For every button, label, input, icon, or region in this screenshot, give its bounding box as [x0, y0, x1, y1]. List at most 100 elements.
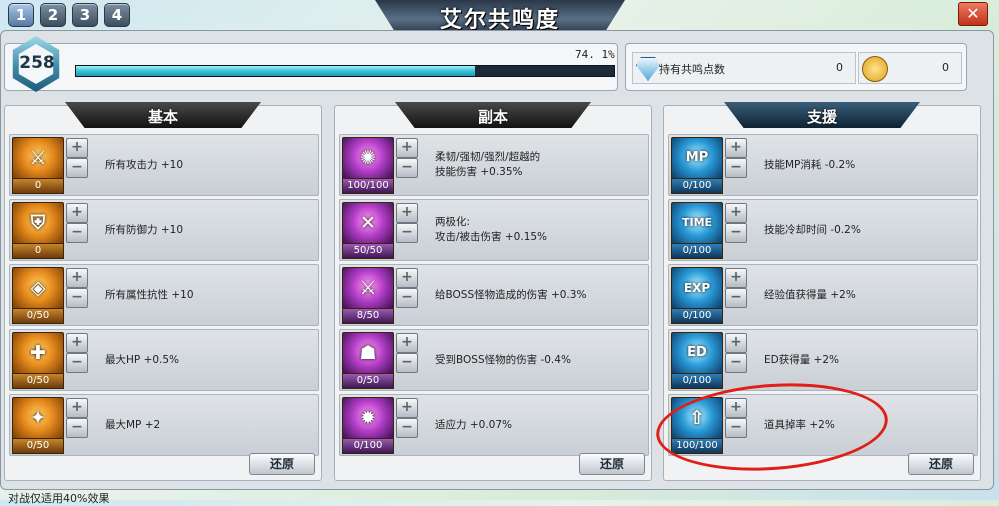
icon-glyph: ◈ — [30, 277, 46, 299]
rows-basic: ⚔ 0 + − 所有攻击力 +10 ⛨ 0 + − 所有防御力 +10 ◈ 0/… — [9, 134, 319, 459]
rows-dungeon: ✺ 100/100 + − 柔韧/强韧/强烈/超越的 技能伤害 +0.35% ✕… — [339, 134, 649, 459]
xp-bar-fill — [76, 66, 475, 76]
page-tab-1[interactable]: 1 — [8, 3, 34, 27]
minus-button[interactable]: − — [725, 158, 747, 178]
skill-description: 两极化: 攻击/被击伤害 +0.15% — [435, 216, 548, 243]
reset-button-support[interactable]: 还原 — [908, 453, 974, 475]
plus-button[interactable]: + — [725, 333, 747, 353]
skill-description: 适应力 +0.07% — [435, 418, 512, 431]
skill-row: ◈ 0/50 + − 所有属性抗性 +10 — [9, 264, 319, 326]
skill-row: ✺ 100/100 + − 柔韧/强韧/强烈/超越的 技能伤害 +0.35% — [339, 134, 649, 196]
exp-icon: EXP — [671, 267, 723, 309]
icon-glyph: ⚔ — [359, 277, 377, 299]
xp-percent: 74. 1% — [575, 48, 615, 61]
skill-count: 0 — [12, 243, 64, 259]
minus-button[interactable]: − — [725, 353, 747, 373]
footer-note: 对战仅适用40%效果 — [8, 492, 110, 505]
skill-count: 50/50 — [342, 243, 394, 259]
minus-button[interactable]: − — [66, 353, 88, 373]
icon-glyph: TIME — [681, 216, 713, 229]
resonance-points-value: 0 — [836, 61, 843, 74]
skill-description: 柔韧/强韧/强烈/超越的 技能伤害 +0.35% — [435, 151, 541, 178]
skill-description: 技能MP消耗 -0.2% — [764, 158, 856, 171]
coin-value: 0 — [942, 61, 949, 74]
skill-count: 0/50 — [12, 308, 64, 324]
page-tab-2[interactable]: 2 — [40, 3, 66, 27]
icon-glyph: ED — [687, 345, 707, 360]
plus-button[interactable]: + — [396, 203, 418, 223]
skill-row: ⚔ 8/50 + − 给BOSS怪物造成的伤害 +0.3% — [339, 264, 649, 326]
adaptability-icon: ✹ — [342, 397, 394, 439]
minus-button[interactable]: − — [66, 288, 88, 308]
skill-count: 0/100 — [671, 178, 723, 194]
plus-button[interactable]: + — [725, 268, 747, 288]
polarize-icon: ✕ — [342, 202, 394, 244]
skill-count: 0/50 — [12, 373, 64, 389]
skill-row: ⛨ 0 + − 所有防御力 +10 — [9, 199, 319, 261]
ed-icon: ED — [671, 332, 723, 374]
icon-glyph: ✺ — [360, 147, 376, 169]
reset-button-basic[interactable]: 还原 — [249, 453, 315, 475]
reset-button-dungeon[interactable]: 还原 — [579, 453, 645, 475]
skill-row: ✕ 50/50 + − 两极化: 攻击/被击伤害 +0.15% — [339, 199, 649, 261]
panel-title-support: 支援 — [806, 108, 837, 126]
minus-button[interactable]: − — [725, 288, 747, 308]
plus-button[interactable]: + — [66, 398, 88, 418]
skill-description: 所有防御力 +10 — [105, 223, 183, 236]
skill-count: 100/100 — [342, 178, 394, 194]
icon-glyph: ✕ — [360, 212, 376, 234]
minus-button[interactable]: − — [396, 353, 418, 373]
skill-row: ✚ 0/50 + − 最大HP +0.5% — [9, 329, 319, 391]
plus-button[interactable]: + — [66, 203, 88, 223]
close-button[interactable]: ✕ — [958, 2, 988, 26]
plus-button[interactable]: + — [396, 398, 418, 418]
plus-button[interactable]: + — [66, 138, 88, 158]
minus-button[interactable]: − — [725, 223, 747, 243]
skill-description: 所有属性抗性 +10 — [105, 288, 194, 301]
plus-button[interactable]: + — [725, 138, 747, 158]
page-tab-4[interactable]: 4 — [104, 3, 130, 27]
minus-button[interactable]: − — [66, 418, 88, 438]
plus-button[interactable]: + — [396, 138, 418, 158]
skill-row: ✦ 0/50 + − 最大MP +2 — [9, 394, 319, 456]
resonance-points-box: 持有共鸣点数 0 — [632, 52, 856, 84]
defense-icon: ⛨ — [12, 202, 64, 244]
minus-button[interactable]: − — [66, 158, 88, 178]
skill-row: ✹ 0/100 + − 适应力 +0.07% — [339, 394, 649, 456]
top-bar: 1 2 3 4 艾尔共鸣度 ✕ — [0, 0, 999, 33]
level-value: 258 — [19, 53, 55, 73]
mp-cost-icon: MP — [671, 137, 723, 179]
skill-row: TIME 0/100 + − 技能冷却时间 -0.2% — [668, 199, 978, 261]
boss-defense-icon: ☗ — [342, 332, 394, 374]
close-icon: ✕ — [966, 4, 980, 23]
skill-count: 8/50 — [342, 308, 394, 324]
skill-description: 所有攻击力 +10 — [105, 158, 183, 171]
panel-title-dungeon: 副本 — [477, 108, 508, 126]
plus-button[interactable]: + — [396, 268, 418, 288]
skill-row: ☗ 0/50 + − 受到BOSS怪物的伤害 -0.4% — [339, 329, 649, 391]
minus-button[interactable]: − — [396, 288, 418, 308]
icon-glyph: EXP — [683, 281, 711, 295]
minus-button[interactable]: − — [66, 223, 88, 243]
icon-glyph: ☗ — [359, 342, 377, 364]
page-tab-3[interactable]: 3 — [72, 3, 98, 27]
coin-icon — [862, 56, 888, 82]
minus-button[interactable]: − — [396, 418, 418, 438]
plus-button[interactable]: + — [66, 268, 88, 288]
plus-button[interactable]: + — [725, 203, 747, 223]
panel-title-basic: 基本 — [147, 108, 178, 126]
panel-dungeon: 副本 ✺ 100/100 + − 柔韧/强韧/强烈/超越的 技能伤害 +0.35… — [334, 102, 652, 481]
plus-button[interactable]: + — [396, 333, 418, 353]
skill-description: 受到BOSS怪物的伤害 -0.4% — [435, 353, 571, 366]
skill-count: 0/50 — [12, 438, 64, 454]
plus-button[interactable]: + — [66, 333, 88, 353]
level-row: 258 74. 1% — [4, 36, 618, 92]
minus-button[interactable]: − — [396, 158, 418, 178]
panel-basic: 基本 ⚔ 0 + − 所有攻击力 +10 ⛨ 0 + − 所有防御力 +10 ◈… — [4, 102, 322, 481]
skill-description: 最大HP +0.5% — [105, 353, 180, 366]
skill-description: 最大MP +2 — [105, 418, 161, 431]
coin-box: 0 — [858, 52, 962, 84]
skill-count: 0/50 — [342, 373, 394, 389]
burst-icon: ✺ — [342, 137, 394, 179]
minus-button[interactable]: − — [396, 223, 418, 243]
